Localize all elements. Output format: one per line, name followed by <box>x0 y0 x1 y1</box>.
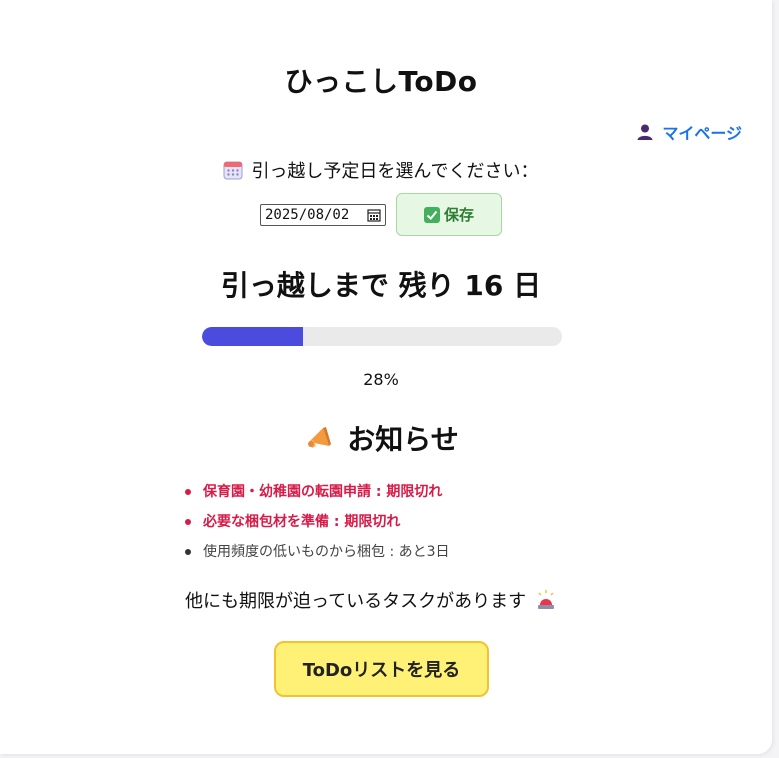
mypage-link[interactable]: マイページ <box>636 120 742 144</box>
page-title: ひっこしToDo <box>284 65 478 98</box>
date-row: 2025/08/02 保存 <box>0 193 762 236</box>
moving-date-prompt: 引っ越し予定日を選んでください： <box>0 157 762 183</box>
notice-item: 使用頻度の低いものから梱包 : あと3日 <box>185 542 450 572</box>
progress-fill <box>202 327 303 346</box>
progress-bar <box>202 327 562 346</box>
moving-date-value: 2025/08/02 <box>265 206 350 223</box>
notice-item-text: 必要な梱包材を準備 : 期限切れ <box>203 514 401 530</box>
save-button-label: 保存 <box>443 206 474 224</box>
person-icon <box>636 123 654 141</box>
siren-icon <box>536 589 556 611</box>
bullet <box>185 519 191 525</box>
calendar-icon <box>223 160 243 180</box>
check-icon <box>423 206 440 223</box>
notice-list: 保育園・幼稚園の転園申請 : 期限切れ 必要な梱包材を準備 : 期限切れ 使用頻… <box>185 482 450 572</box>
notice-item-text: 保育園・幼稚園の転園申請 : 期限切れ <box>203 484 443 500</box>
bullet <box>185 489 191 495</box>
moving-date-input[interactable]: 2025/08/02 <box>260 203 386 226</box>
bullet <box>185 549 191 555</box>
notice-item: 保育園・幼稚園の転園申請 : 期限切れ <box>185 482 450 512</box>
main-card: ひっこしToDo マイページ 引っ越し予定日を選んでください： 2025/08/… <box>0 0 772 754</box>
mypage-label: マイページ <box>662 124 742 143</box>
notice-heading: お知らせ <box>0 418 762 458</box>
more-tasks-text: 他にも期限が迫っているタスクがあります <box>185 591 527 612</box>
megaphone-icon <box>303 422 335 454</box>
save-button[interactable]: 保存 <box>396 193 502 236</box>
notice-heading-text: お知らせ <box>347 423 459 456</box>
progress-percent: 28% <box>363 370 399 389</box>
date-picker-icon[interactable] <box>367 208 381 222</box>
countdown-text: 引っ越しまで 残り 16 日 <box>220 269 542 302</box>
todo-list-button[interactable]: ToDoリストを見る <box>274 641 489 697</box>
more-tasks-message: 他にも期限が迫っているタスクがあります <box>185 587 556 613</box>
moving-date-prompt-text: 引っ越し予定日を選んでください： <box>251 161 539 182</box>
notice-item-text: 使用頻度の低いものから梱包 : あと3日 <box>203 544 450 560</box>
notice-item: 必要な梱包材を準備 : 期限切れ <box>185 512 450 542</box>
